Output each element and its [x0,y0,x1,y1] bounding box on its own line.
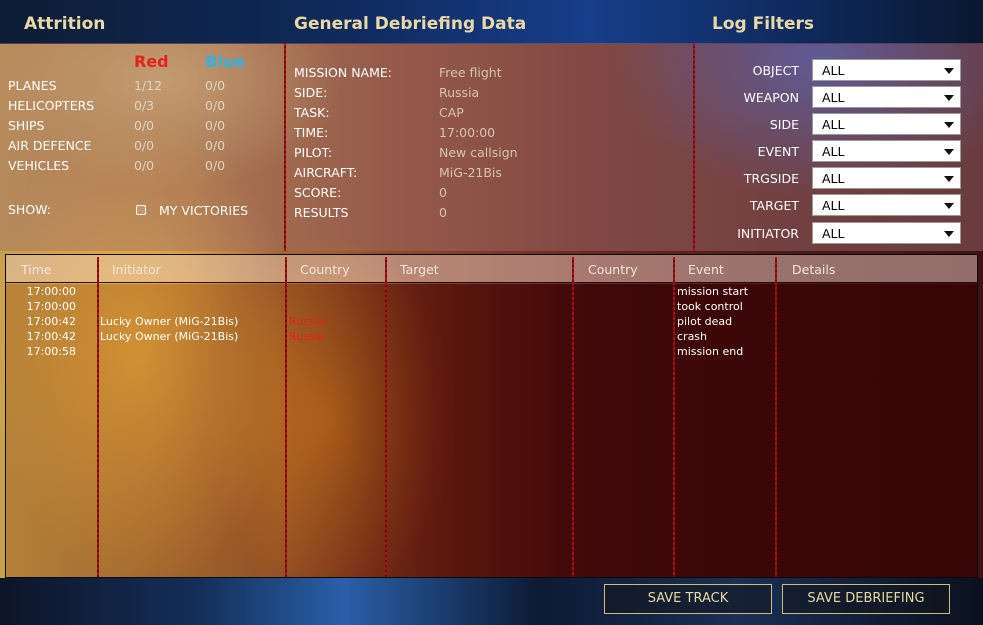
filter-side-value: ALL [822,117,845,132]
log-row-5-time: 17:00:58 [26,345,76,358]
task-value: CAP [439,105,464,120]
log-row-4-time: 17:00:42 [26,330,76,343]
column-header-target[interactable]: Target [400,262,439,277]
log-row-3-initiator: Lucky Owner (MiG-21Bis) [100,315,239,328]
column-header-country[interactable]: Country [300,262,350,277]
attrition-label-planes: PLANES [8,78,57,93]
my-victories-label[interactable]: MY VICTORIES [159,203,248,218]
filter-initiator-value: ALL [822,226,845,241]
log-row-2-time: 17:00:00 [26,300,76,313]
attrition-red-vehicles: 0/0 [134,158,155,173]
aircraft-value: MiG-21Bis [439,165,502,180]
column-header-target-country[interactable]: Country [588,262,638,277]
attrition-label-ships: SHIPS [8,118,45,133]
side-value: Russia [439,85,480,100]
log-row-4-initiator: Lucky Owner (MiG-21Bis) [100,330,239,343]
results-label: RESULTS [294,205,349,220]
column-divider[interactable] [285,257,287,577]
column-divider[interactable] [97,257,99,577]
log-row-5-event: mission end [677,345,744,358]
column-divider[interactable] [775,257,777,577]
log-row-1-time: 17:00:00 [26,285,76,298]
chevron-down-icon [944,231,954,237]
panel-divider [284,43,286,251]
chevron-down-icon [944,203,954,209]
filter-event-label: EVENT [757,144,799,159]
attrition-title: Attrition [24,14,106,34]
log-row-4-country: Russia [289,330,325,343]
chevron-down-icon [944,149,954,155]
filter-event-value: ALL [822,144,845,159]
filter-initiator-label: INITIATOR [737,226,799,241]
column-header-event[interactable]: Event [688,262,724,277]
show-label: SHOW: [8,202,52,217]
column-header-details[interactable]: Details [792,262,835,277]
log-row-4-event: crash [677,330,708,343]
task-label: TASK: [294,105,330,120]
chevron-down-icon [944,122,954,128]
attrition-red-planes: 1/12 [134,78,163,93]
log-filters-title: Log Filters [712,14,815,34]
filter-target-value: ALL [822,198,845,213]
attrition-blue-planes: 0/0 [205,78,226,93]
chevron-down-icon [944,68,954,74]
attrition-label-helicopters: HELICOPTERS [8,98,95,113]
filter-weapon-label: WEAPON [743,90,799,105]
attrition-red-air-defence: 0/0 [134,138,155,153]
log-row-3-event: pilot dead [677,315,733,328]
filter-target-label: TARGET [749,198,799,213]
save-debriefing-button[interactable]: SAVE DEBRIEFING [782,584,950,614]
chevron-down-icon [944,95,954,101]
attrition-label-air-defence: AIR DEFENCE [8,138,92,153]
mission-name-label: MISSION NAME: [294,65,392,80]
red-side-header: Red [134,52,169,71]
attrition-blue-air-defence: 0/0 [205,138,226,153]
filter-initiator-select[interactable]: ALL [812,222,961,244]
time-value: 17:00:00 [439,125,496,140]
save-track-button[interactable]: SAVE TRACK [604,584,772,614]
column-divider[interactable] [673,257,675,577]
side-label: SIDE: [294,85,328,100]
filter-weapon-value: ALL [822,90,845,105]
attrition-blue-helicopters: 0/0 [205,98,226,113]
filter-trgside-value: ALL [822,171,845,186]
log-header-row: Time Initiator Country Target Country Ev… [6,255,977,283]
event-log-table: Time Initiator Country Target Country Ev… [5,254,978,578]
column-divider[interactable] [385,257,387,577]
filter-object-label: OBJECT [752,63,799,78]
filter-side-label: SIDE [769,117,799,132]
filter-weapon-select[interactable]: ALL [812,86,961,108]
chevron-down-icon [944,176,954,182]
column-divider[interactable] [572,257,574,577]
column-header-time[interactable]: Time [21,262,52,277]
score-value: 0 [439,185,447,200]
attrition-red-helicopters: 0/3 [134,98,155,113]
log-row-2-event: took control [677,300,743,313]
filter-side-select[interactable]: ALL [812,113,961,135]
attrition-red-ships: 0/0 [134,118,155,133]
time-label: TIME: [294,125,329,140]
attrition-blue-ships: 0/0 [205,118,226,133]
filter-target-select[interactable]: ALL [812,194,961,216]
aircraft-label: AIRCRAFT: [294,165,358,180]
results-value: 0 [439,205,447,220]
pilot-label: PILOT: [294,145,333,160]
filter-object-select[interactable]: ALL [812,59,961,81]
score-label: SCORE: [294,185,342,200]
column-header-initiator[interactable]: Initiator [112,262,161,277]
pilot-value: New callsign [439,145,518,160]
filter-object-value: ALL [822,63,845,78]
general-debriefing-title: General Debriefing Data [294,14,527,34]
filter-trgside-label: TRGSIDE [743,171,799,186]
filter-event-select[interactable]: ALL [812,140,961,162]
mission-name-value: Free flight [439,65,502,80]
filter-trgside-select[interactable]: ALL [812,167,961,189]
log-row-3-country: Russia [289,315,325,328]
blue-side-header: Blue [205,52,245,71]
attrition-label-vehicles: VEHICLES [8,158,70,173]
attrition-blue-vehicles: 0/0 [205,158,226,173]
log-row-1-event: mission start [677,285,749,298]
my-victories-checkbox[interactable] [136,205,146,215]
log-row-3-time: 17:00:42 [26,315,76,328]
